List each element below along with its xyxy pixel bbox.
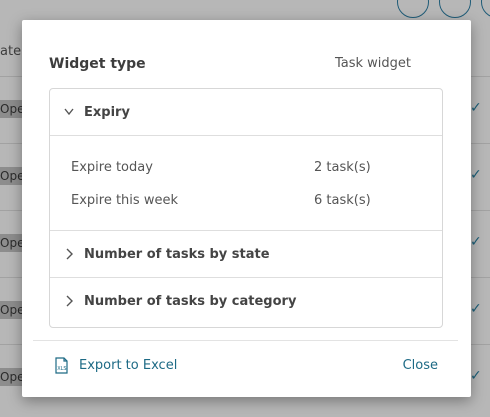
close-button[interactable]: Close (403, 358, 438, 373)
accordion-title: Expiry (84, 104, 130, 120)
state-column-header: ate (0, 44, 22, 59)
check-icon: ✓ (470, 368, 482, 384)
check-icon: ✓ (470, 301, 482, 317)
chart-icon (439, 0, 471, 18)
chevron-right-icon (66, 295, 73, 307)
export-label: Export to Excel (79, 358, 178, 373)
check-icon: ✓ (470, 167, 482, 183)
filter-icon (397, 0, 429, 18)
footer-divider (33, 340, 458, 341)
accordion-body-expiry: Expire today 2 task(s) Expire this week … (50, 136, 442, 230)
chevron-down-icon (64, 108, 74, 116)
dialog-footer: XLS Export to Excel Close (54, 357, 438, 374)
svg-text:XLS: XLS (57, 366, 66, 372)
export-to-excel-button[interactable]: XLS Export to Excel (54, 357, 177, 374)
status-badge: Ope (0, 167, 23, 185)
status-badge: Ope (0, 368, 23, 386)
expand-icon (481, 0, 490, 18)
status-badge: Ope (0, 100, 23, 118)
widget-details-dialog: Widget type Task widget Expiry Expire to… (22, 20, 471, 397)
widget-type-value: Task widget (334, 56, 411, 71)
excel-file-icon: XLS (55, 357, 68, 374)
accordion-header-expiry[interactable]: Expiry (50, 89, 442, 136)
accordion-title: Number of tasks by state (84, 246, 270, 262)
expiry-row-value: 6 task(s) (314, 193, 371, 208)
check-icon: ✓ (470, 100, 482, 116)
chevron-right-icon (66, 248, 73, 260)
expiry-row-label: Expire this week (71, 193, 178, 208)
expiry-row-label: Expire today (71, 160, 153, 175)
accordion-title: Number of tasks by category (84, 293, 297, 309)
expiry-row: Expire today 2 task(s) (71, 160, 441, 175)
check-icon: ✓ (470, 234, 482, 250)
expiry-row-value: 2 task(s) (314, 160, 371, 175)
widget-type-label: Widget type (49, 56, 146, 72)
status-badge: Ope (0, 301, 23, 319)
expiry-row: Expire this week 6 task(s) (71, 193, 441, 208)
accordion-header-tasks-by-category[interactable]: Number of tasks by category (50, 277, 442, 324)
widget-type-row: Widget type Task widget (49, 56, 447, 72)
status-badge: Ope (0, 234, 23, 252)
accordion-header-tasks-by-state[interactable]: Number of tasks by state (50, 230, 442, 277)
widget-accordion: Expiry Expire today 2 task(s) Expire thi… (49, 88, 443, 328)
